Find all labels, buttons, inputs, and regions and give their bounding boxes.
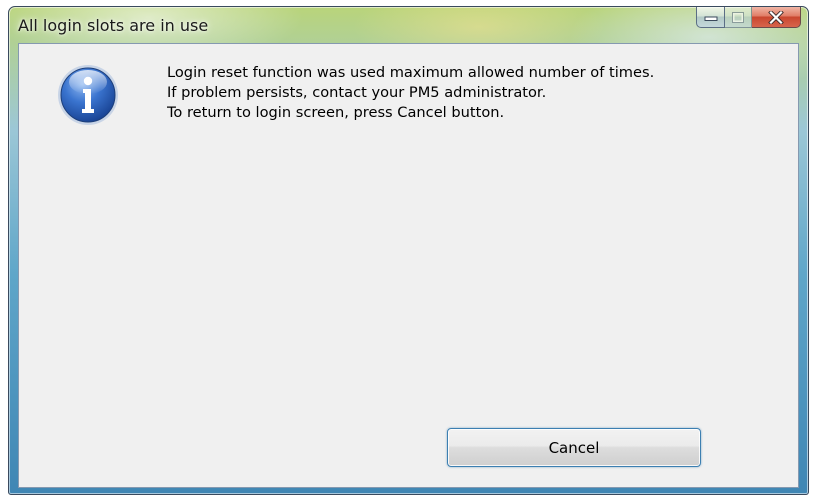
maximize-button[interactable] — [725, 7, 752, 28]
message-line: Login reset function was used maximum al… — [167, 64, 655, 81]
maximize-icon — [732, 11, 744, 23]
close-icon — [768, 10, 784, 24]
info-icon — [56, 63, 120, 127]
message-text: Login reset function was used maximum al… — [167, 63, 792, 123]
window-title: All login slots are in use — [18, 16, 209, 35]
cancel-button[interactable]: Cancel — [447, 428, 701, 467]
minimize-icon — [704, 12, 718, 22]
message-line: If problem persists, contact your PM5 ad… — [167, 84, 547, 101]
minimize-button[interactable] — [696, 7, 725, 28]
message-line: To return to login screen, press Cancel … — [167, 104, 505, 121]
title-bar[interactable]: All login slots are in use — [9, 7, 808, 43]
dialog-body: Login reset function was used maximum al… — [18, 43, 799, 488]
dialog-window: All login slots are in use Login reset f… — [8, 6, 809, 495]
close-button[interactable] — [752, 7, 801, 28]
caption-buttons — [696, 7, 801, 29]
